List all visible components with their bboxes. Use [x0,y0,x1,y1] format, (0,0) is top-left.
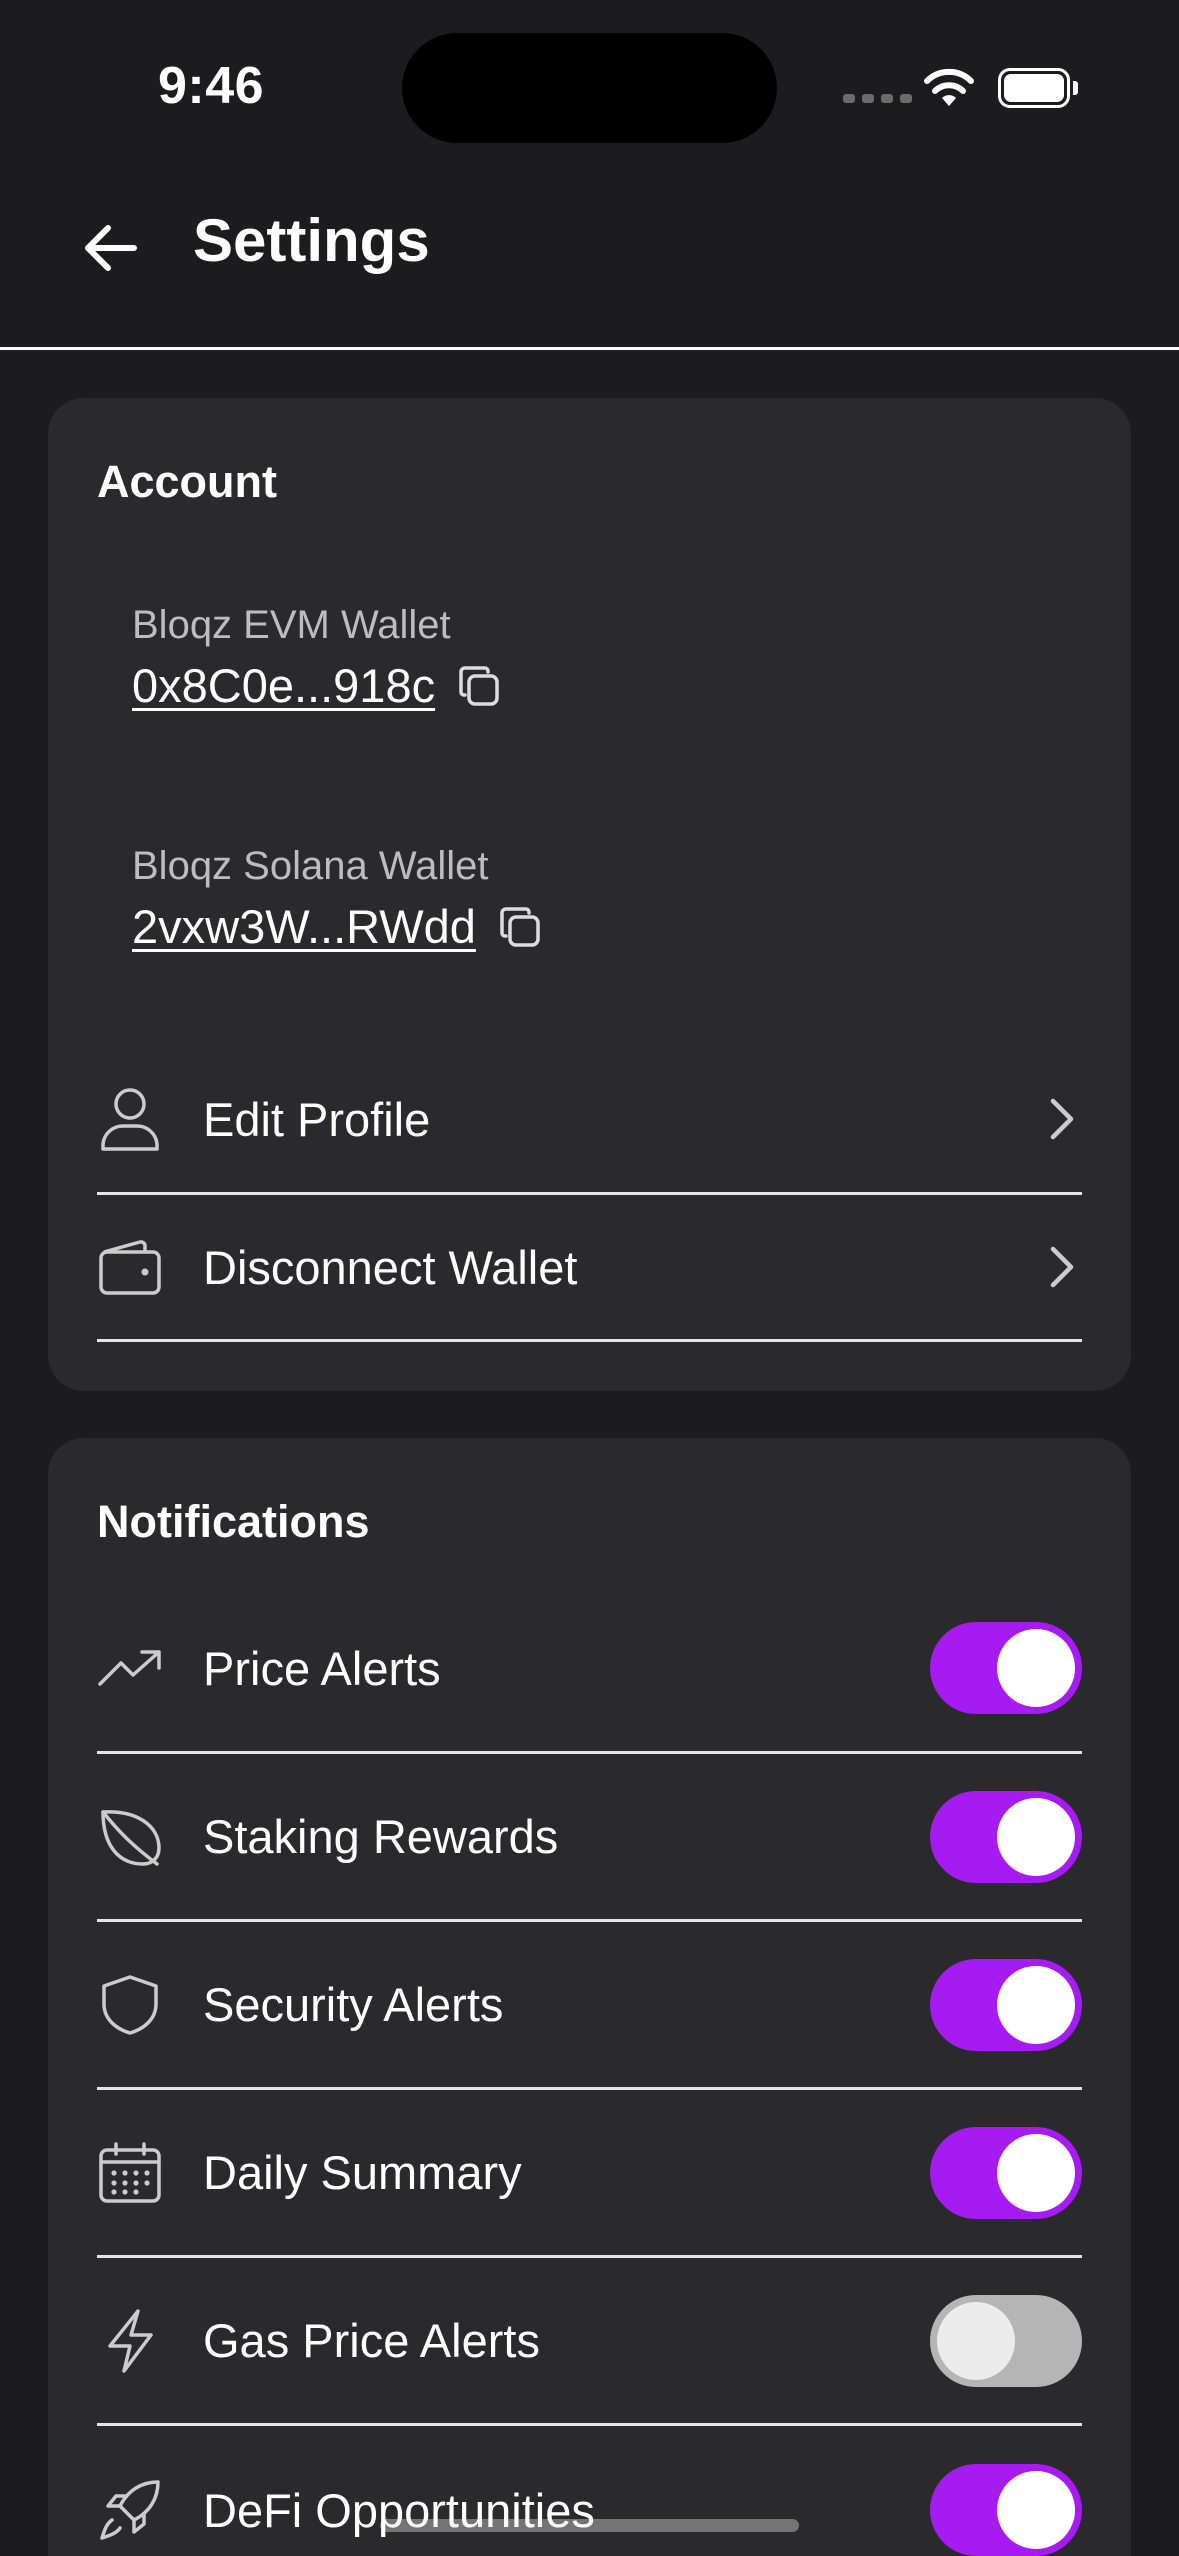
status-bar: 9:46 [0,0,1179,160]
arrow-left-icon [82,224,138,272]
solana-wallet: Bloqz Solana Wallet 2vxw3W...RWdd [132,844,542,954]
defi-opportunities-toggle[interactable] [930,2464,1082,2556]
security-alerts-row: Security Alerts [97,1922,1082,2090]
leaf-icon [97,1804,163,1870]
wallet-label: Bloqz EVM Wallet [132,603,451,647]
price-alerts-toggle[interactable] [930,1622,1082,1714]
nav-header: Settings [0,160,1179,350]
disconnect-wallet-row[interactable]: Disconnect Wallet [97,1195,1082,1342]
price-alerts-row: Price Alerts [97,1585,1082,1754]
edit-profile-row[interactable]: Edit Profile [97,1046,1082,1195]
user-icon [97,1086,163,1152]
chevron-right-icon [1042,1242,1082,1292]
home-indicator[interactable] [380,2519,799,2532]
daily-summary-label: Daily Summary [203,2146,522,2199]
account-section-title: Account [97,456,277,507]
battery-icon [998,68,1078,108]
page-title: Settings [193,207,430,274]
copy-solana-address-button[interactable] [498,905,542,949]
evm-wallet: Bloqz EVM Wallet 0x8C0e...918c [132,603,501,713]
copy-icon [498,905,542,949]
daily-summary-row: Daily Summary [97,2090,1082,2258]
price-alerts-label: Price Alerts [203,1641,441,1695]
security-alerts-toggle[interactable] [930,1958,1082,2051]
lightning-icon [97,2308,163,2374]
dynamic-island [402,33,777,143]
wallet-icon [97,1234,163,1300]
notifications-section-title: Notifications [97,1496,370,1547]
gas-price-alerts-row: Gas Price Alerts [97,2258,1082,2426]
wallet-label: Bloqz Solana Wallet [132,844,489,888]
settings-screen: 9:46 Settings Account Bloqz EVM Wallet 0… [0,0,1179,2556]
disconnect-wallet-label: Disconnect Wallet [203,1240,578,1294]
notifications-card: Notifications Price Alerts Staking Rewar… [48,1438,1131,2556]
shield-icon [97,1972,163,2038]
solana-wallet-address[interactable]: 2vxw3W...RWdd [132,899,476,954]
security-alerts-label: Security Alerts [203,1978,504,2031]
status-time: 9:46 [158,57,265,115]
cellular-signal-icon [843,94,912,103]
edit-profile-label: Edit Profile [203,1092,431,1146]
daily-summary-toggle[interactable] [930,2126,1082,2219]
chevron-right-icon [1042,1094,1082,1144]
defi-opportunities-row: DeFi Opportunities [97,2426,1082,2556]
rocket-icon [97,2477,163,2543]
evm-wallet-address[interactable]: 0x8C0e...918c [132,658,435,713]
account-card: Account Bloqz EVM Wallet 0x8C0e...918c B… [48,398,1131,1391]
staking-rewards-toggle[interactable] [930,1790,1082,1883]
wifi-icon [922,66,976,108]
gas-price-alerts-toggle[interactable] [930,2294,1082,2387]
trending-up-icon [97,1635,163,1701]
copy-icon [457,664,501,708]
back-button[interactable] [70,208,150,288]
gas-price-alerts-label: Gas Price Alerts [203,2314,540,2367]
calendar-icon [97,2140,163,2206]
copy-evm-address-button[interactable] [457,664,501,708]
staking-rewards-row: Staking Rewards [97,1754,1082,1922]
staking-rewards-label: Staking Rewards [203,1810,559,1863]
